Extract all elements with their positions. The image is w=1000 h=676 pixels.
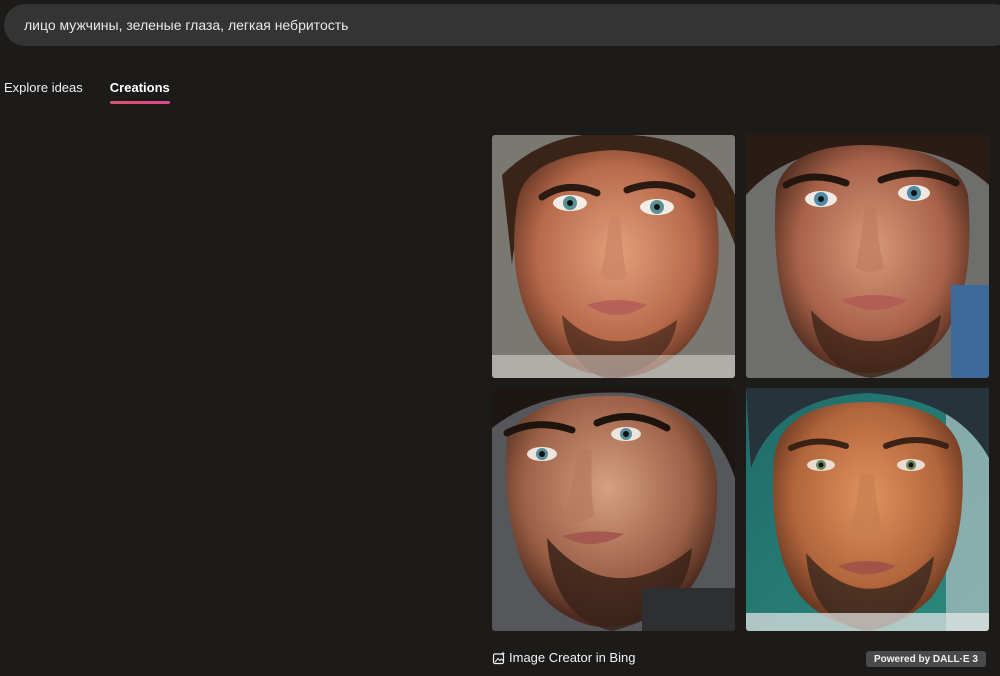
- badge-label: Powered by DALL·E 3: [874, 653, 978, 665]
- portrait-image: [746, 135, 989, 378]
- generated-image-3[interactable]: [492, 388, 735, 631]
- portrait-image: [746, 388, 989, 631]
- tab-bar: Explore ideas Creations: [4, 80, 170, 104]
- active-tab-indicator: [109, 101, 170, 104]
- image-creator-label: Image Creator in Bing: [509, 650, 636, 665]
- generated-image-2[interactable]: [746, 135, 989, 378]
- generated-image-4[interactable]: [746, 388, 989, 631]
- portrait-image: [492, 388, 735, 631]
- tab-creations[interactable]: Creations: [109, 80, 170, 104]
- page: Explore ideas Creations: [0, 0, 1000, 676]
- search-bar[interactable]: [4, 4, 1000, 46]
- tab-label: Explore ideas: [4, 80, 83, 95]
- portrait-image: [492, 135, 735, 378]
- powered-by-badge: Powered by DALL·E 3: [866, 651, 986, 667]
- search-input[interactable]: [22, 16, 996, 34]
- tab-explore-ideas[interactable]: Explore ideas: [4, 80, 83, 104]
- image-create-icon: [492, 651, 506, 665]
- image-creator-link[interactable]: Image Creator in Bing: [492, 650, 635, 665]
- tab-label: Creations: [109, 80, 170, 95]
- image-grid: [492, 135, 989, 631]
- generated-image-1[interactable]: [492, 135, 735, 378]
